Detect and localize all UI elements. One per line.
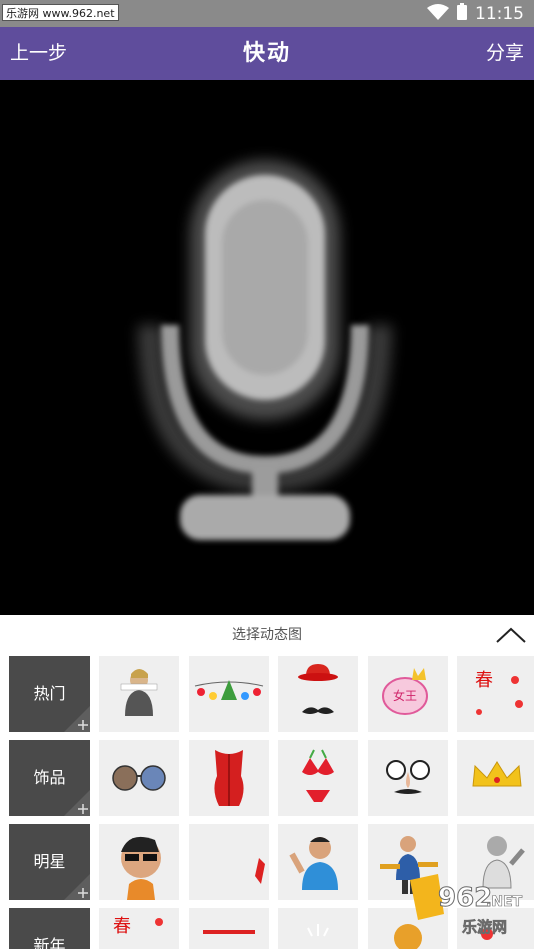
- sticker-item[interactable]: [189, 908, 269, 949]
- category-label: 明星: [33, 852, 66, 871]
- watermark-label: 乐游网 www.962.net: [2, 4, 119, 21]
- panel-title: 选择动态图: [232, 627, 302, 643]
- celebrity-waving-sticker-icon: [289, 837, 338, 890]
- funny-glasses-sticker-icon: [386, 760, 430, 794]
- celebrity-partial-sticker-icon: [255, 858, 265, 884]
- sticker-item[interactable]: 春: [99, 908, 179, 949]
- svg-text:女王: 女王: [393, 688, 417, 703]
- sunglasses-sticker-icon: [112, 765, 166, 791]
- collapse-button[interactable]: [494, 621, 528, 649]
- sticker-item[interactable]: [99, 824, 179, 900]
- panel-header: 选择动态图: [0, 615, 534, 655]
- add-corner-icon: [64, 706, 90, 732]
- spring-festival-sticker-icon: 春: [113, 916, 163, 937]
- battery-icon: [457, 3, 467, 24]
- sticker-item[interactable]: [457, 908, 534, 949]
- svg-text:春: 春: [113, 916, 131, 937]
- sticker-item[interactable]: [189, 824, 269, 900]
- sticker-item[interactable]: 女王: [368, 656, 448, 732]
- sticker-item[interactable]: [189, 656, 269, 732]
- sticker-item[interactable]: [457, 824, 534, 900]
- sticker-item[interactable]: [457, 740, 534, 816]
- sticker-item[interactable]: [99, 740, 179, 816]
- category-button-hot[interactable]: 热门: [9, 656, 90, 732]
- category-button-new-year[interactable]: 新年: [9, 908, 90, 949]
- lantern-sticker-icon: [203, 930, 255, 934]
- celebrity-gun-sticker-icon: [380, 836, 438, 894]
- chevron-up-icon: [496, 627, 526, 643]
- microphone-icon: [138, 160, 392, 540]
- share-button[interactable]: 分享: [486, 27, 524, 80]
- sticker-item[interactable]: [278, 740, 358, 816]
- bikini-sticker-icon: [302, 749, 334, 802]
- sticker-item[interactable]: 春: [457, 656, 534, 732]
- spring-festival-sticker-icon: 春: [475, 670, 523, 715]
- status-icons: 11:15: [427, 0, 524, 27]
- sticker-item[interactable]: [278, 908, 358, 949]
- new-year-sticker-icon: [481, 928, 493, 940]
- category-label: 热门: [33, 684, 66, 703]
- preview-area[interactable]: [0, 80, 534, 615]
- sticker-item[interactable]: [278, 824, 358, 900]
- svg-text:春: 春: [475, 670, 493, 691]
- category-button-celebrities[interactable]: 明星: [9, 824, 90, 900]
- hat-mustache-sticker-icon: [298, 664, 338, 714]
- wifi-icon: [427, 3, 449, 24]
- sticker-item[interactable]: [278, 656, 358, 732]
- back-button[interactable]: 上一步: [10, 27, 67, 80]
- add-corner-icon: [64, 874, 90, 900]
- category-row-new-year: 新年 春: [0, 908, 534, 949]
- sticker-panel: 选择动态图 热门 女王 春 饰品 明星 新年 春: [0, 615, 534, 949]
- person-sticker-icon: [120, 669, 158, 716]
- clock: 11:15: [475, 3, 524, 24]
- celebrity-bw-sticker-icon: [482, 836, 525, 889]
- sticker-item[interactable]: [368, 824, 448, 900]
- top-bar: 上一步 快动 分享: [0, 27, 534, 80]
- sticker-item[interactable]: [368, 908, 448, 949]
- category-row-hot: 热门 女王 春: [0, 656, 534, 734]
- crown-sticker-icon: [472, 761, 522, 787]
- fireworks-sticker-icon: [307, 924, 329, 937]
- corset-sticker-icon: [214, 750, 244, 806]
- new-year-badge-sticker-icon: [394, 924, 422, 949]
- add-corner-icon: [64, 790, 90, 816]
- page-title: 快动: [242, 41, 291, 66]
- category-row-accessories: 饰品: [0, 740, 534, 818]
- category-label: 饰品: [33, 768, 66, 787]
- party-lights-sticker-icon: [194, 680, 264, 700]
- status-bar: 乐游网 www.962.net 11:15: [0, 0, 534, 27]
- sticker-item[interactable]: [99, 656, 179, 732]
- sticker-item[interactable]: [189, 740, 269, 816]
- celebrity-face-sticker-icon: [121, 836, 161, 900]
- category-button-accessories[interactable]: 饰品: [9, 740, 90, 816]
- sticker-item[interactable]: [368, 740, 448, 816]
- category-row-celebrities: 明星: [0, 824, 534, 902]
- category-label: 新年: [33, 936, 66, 949]
- crown-badge-sticker-icon: 女王: [382, 668, 428, 715]
